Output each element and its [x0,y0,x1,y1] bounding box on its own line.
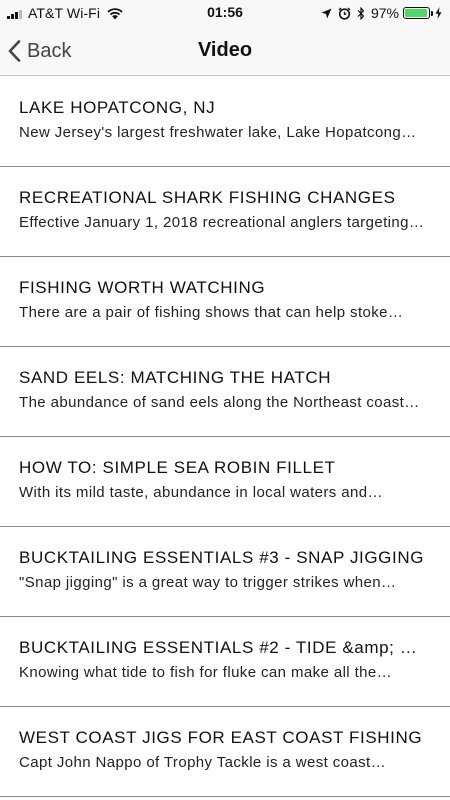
battery-icon [403,7,433,19]
item-description: The abundance of sand eels along the Nor… [19,394,420,411]
item-title: FISHING WORTH WATCHING [19,278,266,297]
location-icon [321,8,332,18]
item-title: WEST COAST JIGS FOR EAST COAST FISHING [19,728,423,747]
status-right: 97% [315,4,442,22]
alarm-icon [338,7,351,20]
item-description: With its mild taste, abundance in local … [19,484,383,501]
list-item[interactable]: RECREATIONAL SHARK FISHING CHANGES Effec… [0,167,450,257]
page-title: Video [197,39,253,61]
item-description: There are a pair of fishing shows that c… [19,304,404,321]
item-title: HOW TO: SIMPLE SEA ROBIN FILLET [19,458,336,477]
item-title: RECREATIONAL SHARK FISHING CHANGES [19,188,396,207]
list-item[interactable]: BUCKTAILING ESSENTIALS #3 - SNAP JIGGING… [0,527,450,617]
item-description: Effective January 1, 2018 recreational a… [19,214,425,231]
battery-level-fill [405,9,428,17]
item-title: SAND EELS: MATCHING THE HATCH [19,368,332,387]
item-description: Capt John Nappo of Trophy Tackle is a we… [19,754,387,771]
item-description: "Snap jigging" is a great way to trigger… [19,574,397,591]
item-title: BUCKTAILING ESSENTIALS #3 - SNAP JIGGING [19,548,425,567]
item-title: LAKE HOPATCONG, NJ [19,98,216,117]
battery-percent: 97% [370,5,399,21]
list-item[interactable]: BUCKTAILING ESSENTIALS #2 - TIDE &amp; …… [0,617,450,707]
list-item[interactable]: LAKE HOPATCONG, NJ New Jersey's largest … [0,77,450,167]
charging-icon [435,7,442,19]
list-item[interactable]: FISHING WORTH WATCHING There are a pair … [0,257,450,347]
status-bar: AT&T Wi-Fi 01:56 97% [0,0,450,26]
list-item[interactable]: WEST COAST JIGS FOR EAST COAST FISHING C… [0,707,450,797]
list-item[interactable]: HOW TO: SIMPLE SEA ROBIN FILLET With its… [0,437,450,527]
item-title: BUCKTAILING ESSENTIALS #2 - TIDE &amp; … [19,638,418,657]
list-item[interactable]: SAND EELS: MATCHING THE HATCH The abunda… [0,347,450,437]
bluetooth-icon [357,6,365,20]
item-description: New Jersey's largest freshwater lake, La… [19,124,417,141]
navigation-bar: Back Video [0,26,450,76]
item-description: Knowing what tide to fish for fluke can … [19,664,393,681]
video-list: LAKE HOPATCONG, NJ New Jersey's largest … [0,77,450,797]
